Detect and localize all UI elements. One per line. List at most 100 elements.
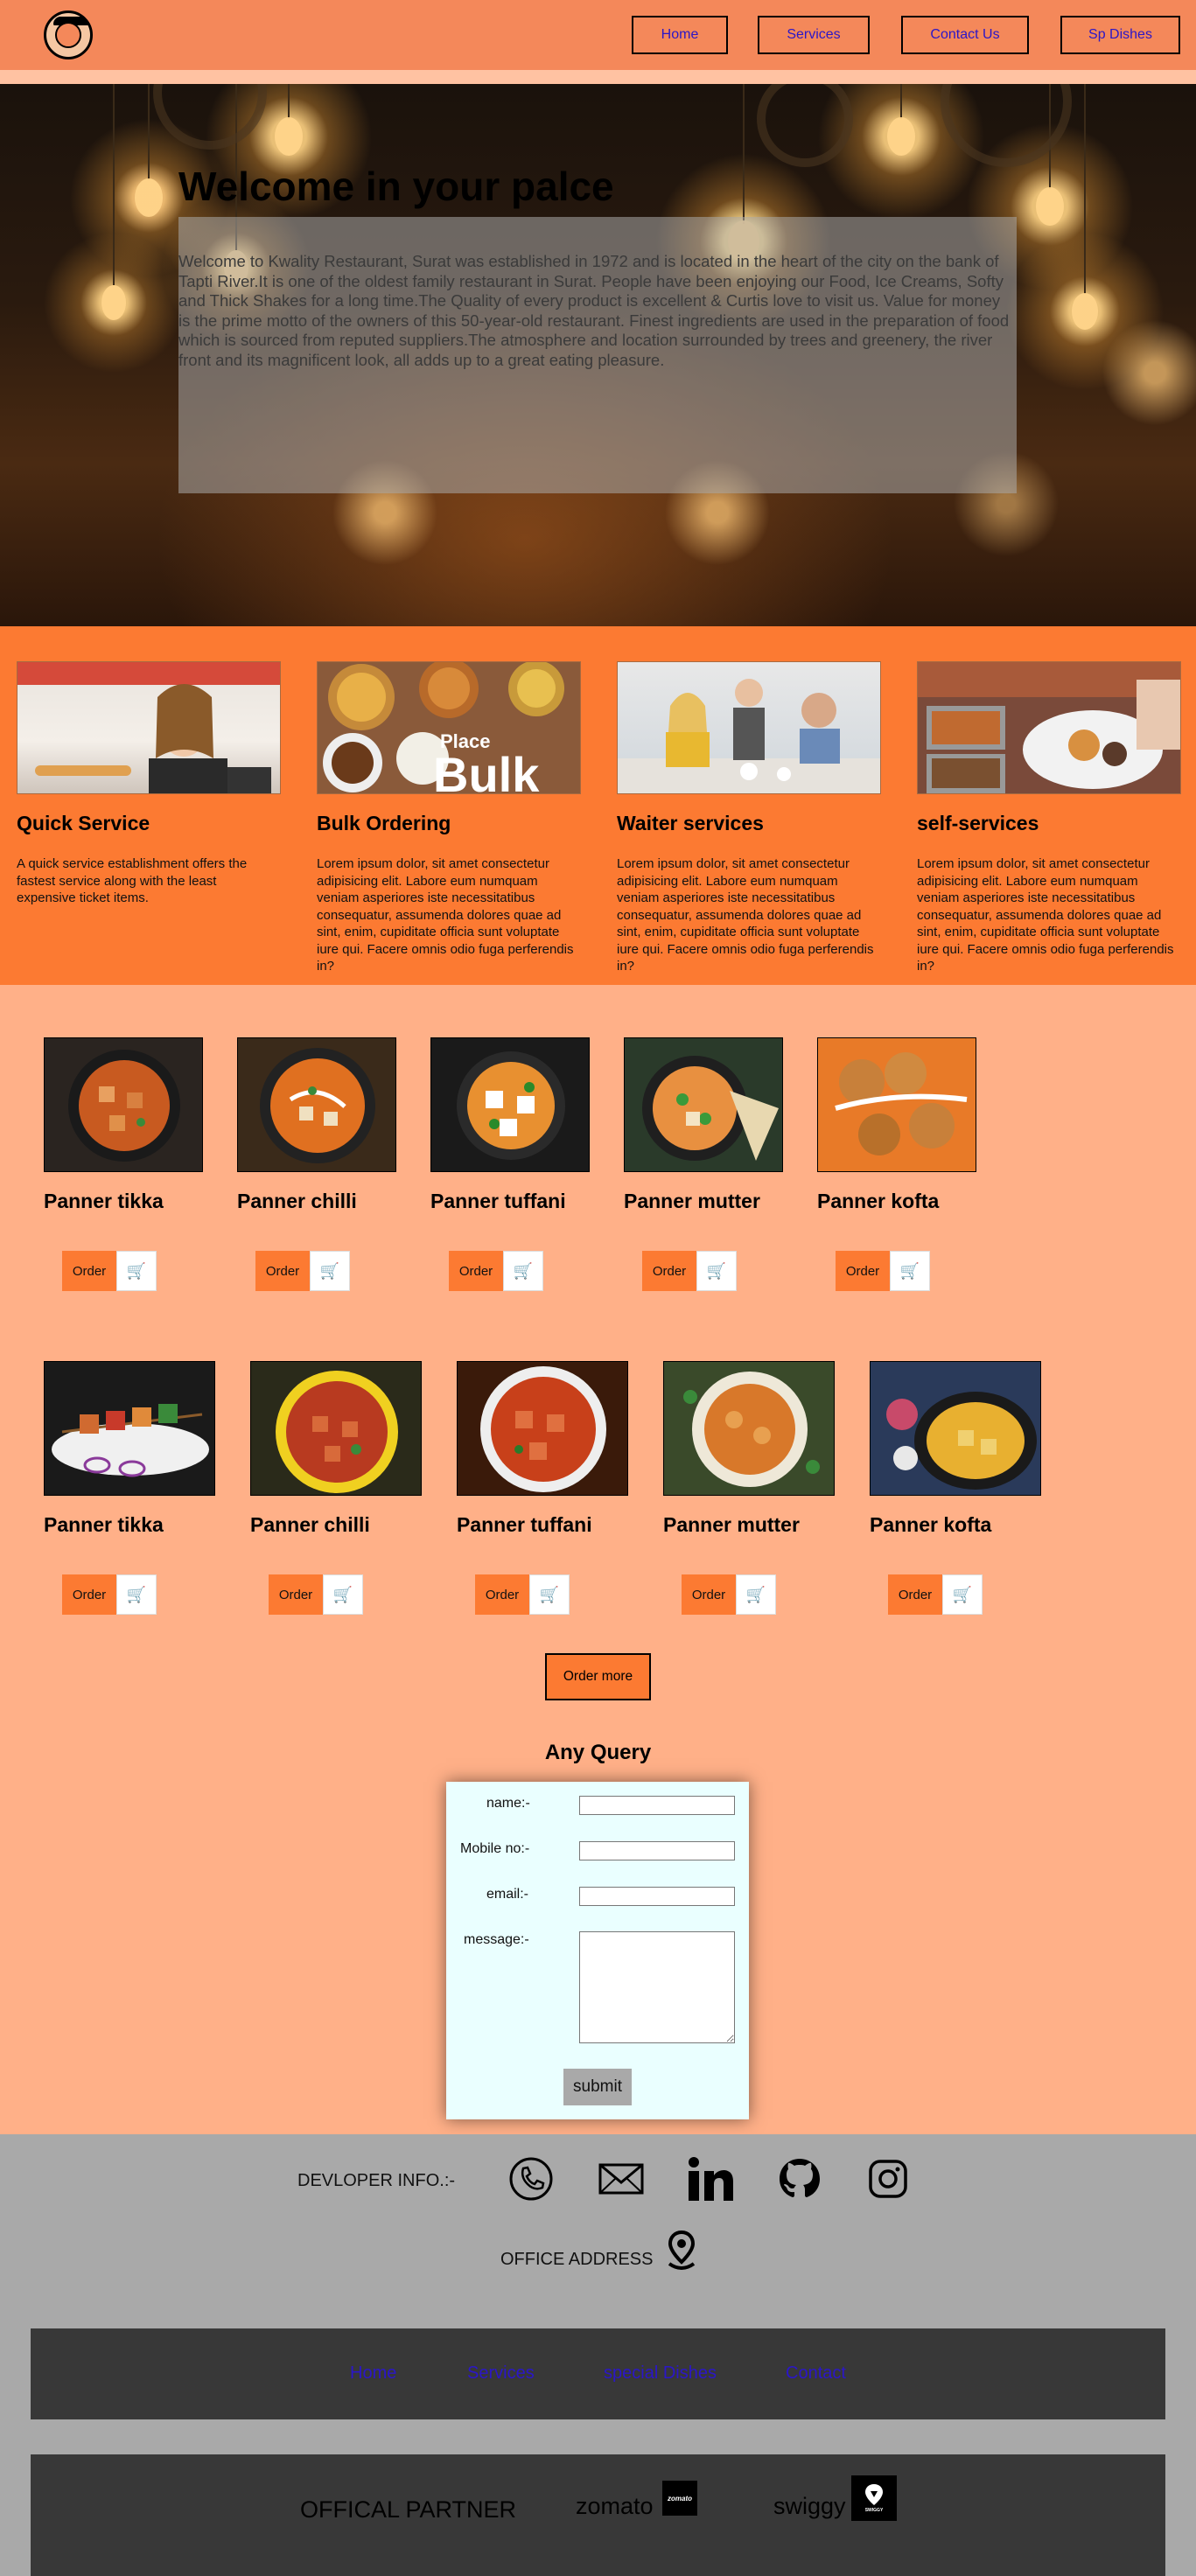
message-label: message:- [464,1932,529,1947]
email-label: email:- [486,1887,529,1902]
cart-button[interactable]: 🛒 [736,1574,776,1615]
cart-button[interactable]: 🛒 [942,1574,983,1615]
dish-image[interactable] [237,1037,396,1172]
navbar: Home Services Contact Us Sp Dishes [0,0,1196,70]
cart-button[interactable]: 🛒 [310,1251,350,1291]
bulk-ordering-title: Bulk Ordering [317,812,451,834]
cart-icon: 🛒 [126,1585,147,1603]
query-title: Any Query [544,1741,652,1764]
developer-info-label: DEVLOPER INFO.:- [297,2171,456,2190]
order-button[interactable]: Order [255,1251,310,1291]
order-button[interactable]: Order [475,1574,529,1615]
mobile-field[interactable] [579,1841,735,1860]
order-button[interactable]: Order [62,1251,116,1291]
dish-image[interactable] [457,1361,628,1496]
phone-icon[interactable] [506,2154,556,2204]
mail-icon[interactable] [596,2154,647,2204]
cart-icon: 🛒 [332,1585,353,1603]
footer-link-special-dishes[interactable]: special Dishes [604,2363,717,2384]
bulk-ordering-text: Lorem ipsum dolor, sit amet consectetur … [317,856,574,974]
dish-image[interactable] [44,1037,203,1172]
order-button[interactable]: Order [269,1574,323,1615]
bulk-image-bulk-text: Bulk [433,747,540,794]
cart-icon: 🛒 [319,1261,340,1280]
dish-image[interactable] [430,1037,590,1172]
cart-button[interactable]: 🛒 [323,1574,363,1615]
nav-services-button[interactable]: Services [758,16,870,54]
cart-button[interactable]: 🛒 [116,1574,157,1615]
instagram-icon[interactable] [863,2154,913,2204]
bulk-ordering-image: Place Bulk [317,661,581,794]
order-button[interactable]: Order [62,1574,116,1615]
cart-icon: 🛒 [706,1261,727,1280]
footer-link-home[interactable]: Home [350,2363,396,2384]
cart-button[interactable]: 🛒 [116,1251,157,1291]
dish-image[interactable] [817,1037,976,1172]
linkedin-icon[interactable] [685,2154,736,2204]
dish-name: Panner kofta [870,1513,992,1536]
dish-image[interactable] [663,1361,835,1496]
swiggy-logo-text: SWIGGY [864,2508,884,2513]
zomato-logo-text: zomato [668,2494,692,2503]
self-services-title: self-services [917,812,1039,834]
cart-icon: 🛒 [899,1261,920,1280]
footer-link-contact[interactable]: Contact [786,2363,846,2384]
dish-name: Panner tuffani [457,1513,592,1536]
order-button[interactable]: Order [836,1251,890,1291]
hero-title: Welcome in your palce [178,164,614,209]
message-field[interactable] [579,1931,735,2043]
github-icon[interactable] [774,2154,825,2204]
order-more-button[interactable]: Order more [545,1653,651,1700]
cart-button[interactable]: 🛒 [503,1251,543,1291]
waiter-services-text: Lorem ipsum dolor, sit amet consectetur … [617,856,874,974]
zomato-logo[interactable]: zomato [662,2481,697,2516]
dish-name: Panner chilli [250,1513,370,1536]
waiter-services-image [617,661,881,794]
nav-sp-dishes-button[interactable]: Sp Dishes [1060,16,1180,54]
hero-description: Welcome to Kwality Restaurant, Surat was… [178,252,1010,369]
zomato-label: zomato [576,2493,654,2519]
nav-contact-button[interactable]: Contact Us [901,16,1029,54]
name-label: name:- [486,1796,530,1811]
location-pin-icon[interactable] [662,2229,701,2272]
footer-link-services[interactable]: Services [467,2363,535,2384]
mobile-label: Mobile no:- [460,1841,530,1856]
footer: DEVLOPER INFO.:- OFFICE ADDRESS Home Ser… [0,2134,1196,2576]
cart-icon: 🛒 [513,1261,534,1280]
swiggy-pin-icon [865,2484,883,2505]
dish-image[interactable] [250,1361,422,1496]
email-field[interactable] [579,1887,735,1906]
dish-image[interactable] [870,1361,1041,1496]
swiggy-logo[interactable]: SWIGGY [851,2475,897,2521]
order-button[interactable]: Order [682,1574,736,1615]
order-button[interactable]: Order [449,1251,503,1291]
dish-name: Panner tikka [44,1190,164,1212]
cart-icon: 🛒 [952,1585,973,1603]
nav-divider [0,70,1196,84]
name-field[interactable] [579,1796,735,1815]
dish-name: Panner tuffani [430,1190,566,1212]
office-address-label: OFFICE ADDRESS [500,2250,654,2269]
footer-nav: Home Services special Dishes Contact [31,2328,1165,2419]
cart-button[interactable]: 🛒 [890,1251,930,1291]
dish-image[interactable] [624,1037,783,1172]
self-services-image [917,661,1181,794]
cart-button[interactable]: 🛒 [529,1574,570,1615]
order-button[interactable]: Order [642,1251,696,1291]
order-button[interactable]: Order [888,1574,942,1615]
nav-home-button[interactable]: Home [632,16,728,54]
quick-service-title: Quick Service [17,812,150,834]
dish-image[interactable] [44,1361,215,1496]
submit-button[interactable]: submit [563,2069,632,2105]
waiter-services-title: Waiter services [617,812,764,834]
dish-name: Panner mutter [663,1513,800,1536]
cart-icon: 🛒 [745,1585,766,1603]
restaurant-logo[interactable] [44,10,93,59]
partner-label: OFFICAL PARTNER [300,2496,517,2523]
query-form: name:- Mobile no:- email:- message:- sub… [446,1782,749,2119]
dish-name: Panner tikka [44,1513,164,1536]
cart-button[interactable]: 🛒 [696,1251,737,1291]
quick-service-text: A quick service establishment offers the… [17,856,248,905]
cart-icon: 🛒 [126,1261,147,1280]
quick-service-image [17,661,281,794]
